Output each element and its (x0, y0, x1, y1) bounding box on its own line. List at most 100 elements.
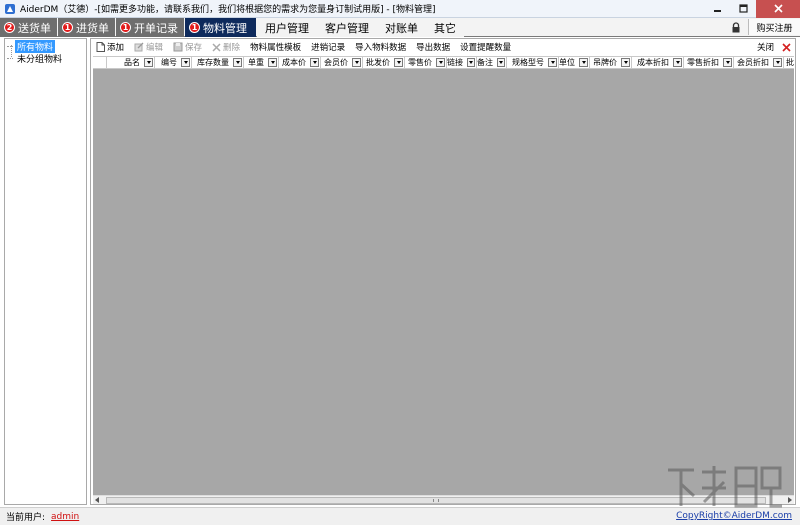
column-header[interactable]: 单位 (559, 57, 590, 68)
grid-header: 品名 编号 库存数量 单重 成本价 会员价 批发价 零售价 链接 备注 规格型号… (93, 56, 794, 69)
filter-dropdown-icon[interactable] (394, 58, 403, 67)
main-tab-bar: 2 送货单 1 进货单 1 开单记录 1 物料管理 用户管理 客户管理 对账单 … (0, 18, 800, 37)
tab-label: 开单记录 (134, 21, 178, 35)
column-label: 零售折扣 (687, 58, 719, 67)
column-label: 会员价 (324, 58, 348, 67)
filter-dropdown-icon[interactable] (497, 58, 505, 67)
tab-label: 对账单 (385, 21, 418, 35)
column-label: 库存数量 (197, 58, 229, 67)
delete-label: 删除 (223, 43, 241, 53)
tree-item-all-materials[interactable]: 所有物料 (7, 40, 56, 53)
tab-users[interactable]: 用户管理 (257, 18, 317, 37)
maximize-button[interactable] (730, 0, 756, 18)
filter-dropdown-icon[interactable] (268, 58, 277, 67)
minimize-button[interactable] (704, 0, 730, 18)
close-window-button[interactable] (756, 0, 800, 18)
filter-dropdown-icon[interactable] (310, 58, 319, 67)
window-title: AiderDM（艾德）-[如需更多功能，请联系我们，我们将根据您的需求为您量身订… (20, 5, 436, 15)
delete-button[interactable]: 删除 (207, 39, 245, 55)
tab-order-records[interactable]: 1 开单记录 (116, 18, 184, 37)
edit-icon (134, 42, 144, 52)
column-header[interactable]: 零售折扣 (684, 57, 734, 68)
tab-label: 用户管理 (265, 21, 309, 35)
close-panel-button[interactable]: 关闭 (752, 39, 779, 55)
column-header[interactable]: 品名 (107, 57, 155, 68)
row-header-corner (93, 57, 107, 68)
material-group-tree: 所有物料 未分组物料 (4, 38, 87, 505)
title-bar: AiderDM（艾德）-[如需更多功能，请联系我们，我们将根据您的需求为您量身订… (0, 0, 800, 18)
tab-label: 客户管理 (325, 21, 369, 35)
add-label: 添加 (107, 43, 125, 53)
column-label: 链接 (447, 58, 463, 67)
filter-dropdown-icon[interactable] (548, 58, 557, 67)
badge-count: 1 (120, 22, 131, 33)
tab-purchase[interactable]: 1 进货单 (58, 18, 115, 37)
column-header[interactable]: 零售价 (405, 57, 447, 68)
column-header[interactable]: 会员价 (321, 57, 363, 68)
material-panel: 添加 编辑 保存 删除 物料属性模板 进销记录 导入物料数据 导出数据 设置提醒… (90, 38, 796, 505)
tab-materials[interactable]: 1 物料管理 (185, 18, 256, 37)
save-button[interactable]: 保存 (168, 39, 207, 55)
column-header[interactable]: 规格型号 (507, 57, 559, 68)
column-label: 备注 (477, 58, 493, 67)
tab-delivery[interactable]: 2 送货单 (0, 18, 57, 37)
edit-label: 编辑 (146, 43, 164, 53)
save-icon (173, 42, 183, 52)
column-header[interactable]: 备注 (477, 57, 507, 68)
scroll-left-icon[interactable] (93, 496, 102, 505)
column-header[interactable]: 成本折扣 (632, 57, 684, 68)
filter-dropdown-icon[interactable] (144, 58, 153, 67)
lock-icon (732, 21, 740, 32)
filter-dropdown-icon[interactable] (233, 58, 242, 67)
edit-button[interactable]: 编辑 (129, 39, 168, 55)
filter-dropdown-icon[interactable] (181, 58, 190, 67)
column-header[interactable]: 编号 (155, 57, 192, 68)
column-header[interactable]: 批发价 (363, 57, 405, 68)
close-panel-icon[interactable] (779, 41, 793, 53)
column-label: 单重 (248, 58, 264, 67)
column-header[interactable]: 成本价 (279, 57, 321, 68)
filter-dropdown-icon[interactable] (723, 58, 732, 67)
tab-other[interactable]: 其它 (426, 18, 464, 37)
filter-dropdown-icon[interactable] (579, 58, 588, 67)
delete-icon (212, 42, 221, 52)
tab-customers[interactable]: 客户管理 (317, 18, 377, 37)
tab-label: 其它 (434, 21, 456, 35)
lock-button[interactable] (724, 18, 748, 36)
buy-register-button[interactable]: 购买注册 (748, 19, 800, 35)
column-label: 会员折扣 (737, 58, 769, 67)
copyright-link[interactable]: CopyRight©AiderDM.com (676, 511, 792, 521)
add-button[interactable]: 添加 (91, 39, 129, 55)
grid-body[interactable] (93, 69, 794, 495)
current-user-link[interactable]: admin (51, 512, 79, 522)
filter-dropdown-icon[interactable] (352, 58, 361, 67)
column-label: 品名 (124, 58, 140, 67)
minimize-icon (713, 10, 721, 12)
tree-item-ungrouped[interactable]: 未分组物料 (7, 53, 64, 65)
column-header[interactable]: 会员折扣 (734, 57, 784, 68)
column-header[interactable]: 吊牌价 (590, 57, 632, 68)
filter-dropdown-icon[interactable] (773, 58, 782, 67)
filter-dropdown-icon[interactable] (673, 58, 682, 67)
column-header[interactable]: 库存数量 (192, 57, 244, 68)
stock-log-button[interactable]: 进销记录 (306, 39, 350, 55)
current-user-label: 当前用户: (6, 513, 46, 523)
set-reminder-button[interactable]: 设置提醒数量 (455, 39, 516, 55)
filter-dropdown-icon[interactable] (436, 58, 445, 67)
scroll-right-icon[interactable] (785, 496, 794, 505)
tab-statements[interactable]: 对账单 (377, 18, 426, 37)
column-header[interactable]: 链接 (447, 57, 477, 68)
import-materials-button[interactable]: 导入物料数据 (350, 39, 411, 55)
save-label: 保存 (185, 43, 203, 53)
badge-count: 1 (62, 22, 73, 33)
maximize-icon (738, 4, 748, 13)
grip-icon (433, 499, 439, 502)
column-label: 规格型号 (512, 58, 544, 67)
filter-dropdown-icon[interactable] (621, 58, 630, 67)
column-label: 编号 (161, 58, 177, 67)
column-header[interactable]: 单重 (244, 57, 279, 68)
export-data-button[interactable]: 导出数据 (411, 39, 455, 55)
attribute-template-button[interactable]: 物料属性模板 (245, 39, 306, 55)
filter-dropdown-icon[interactable] (467, 58, 475, 67)
column-header[interactable]: 批发 (784, 57, 794, 68)
